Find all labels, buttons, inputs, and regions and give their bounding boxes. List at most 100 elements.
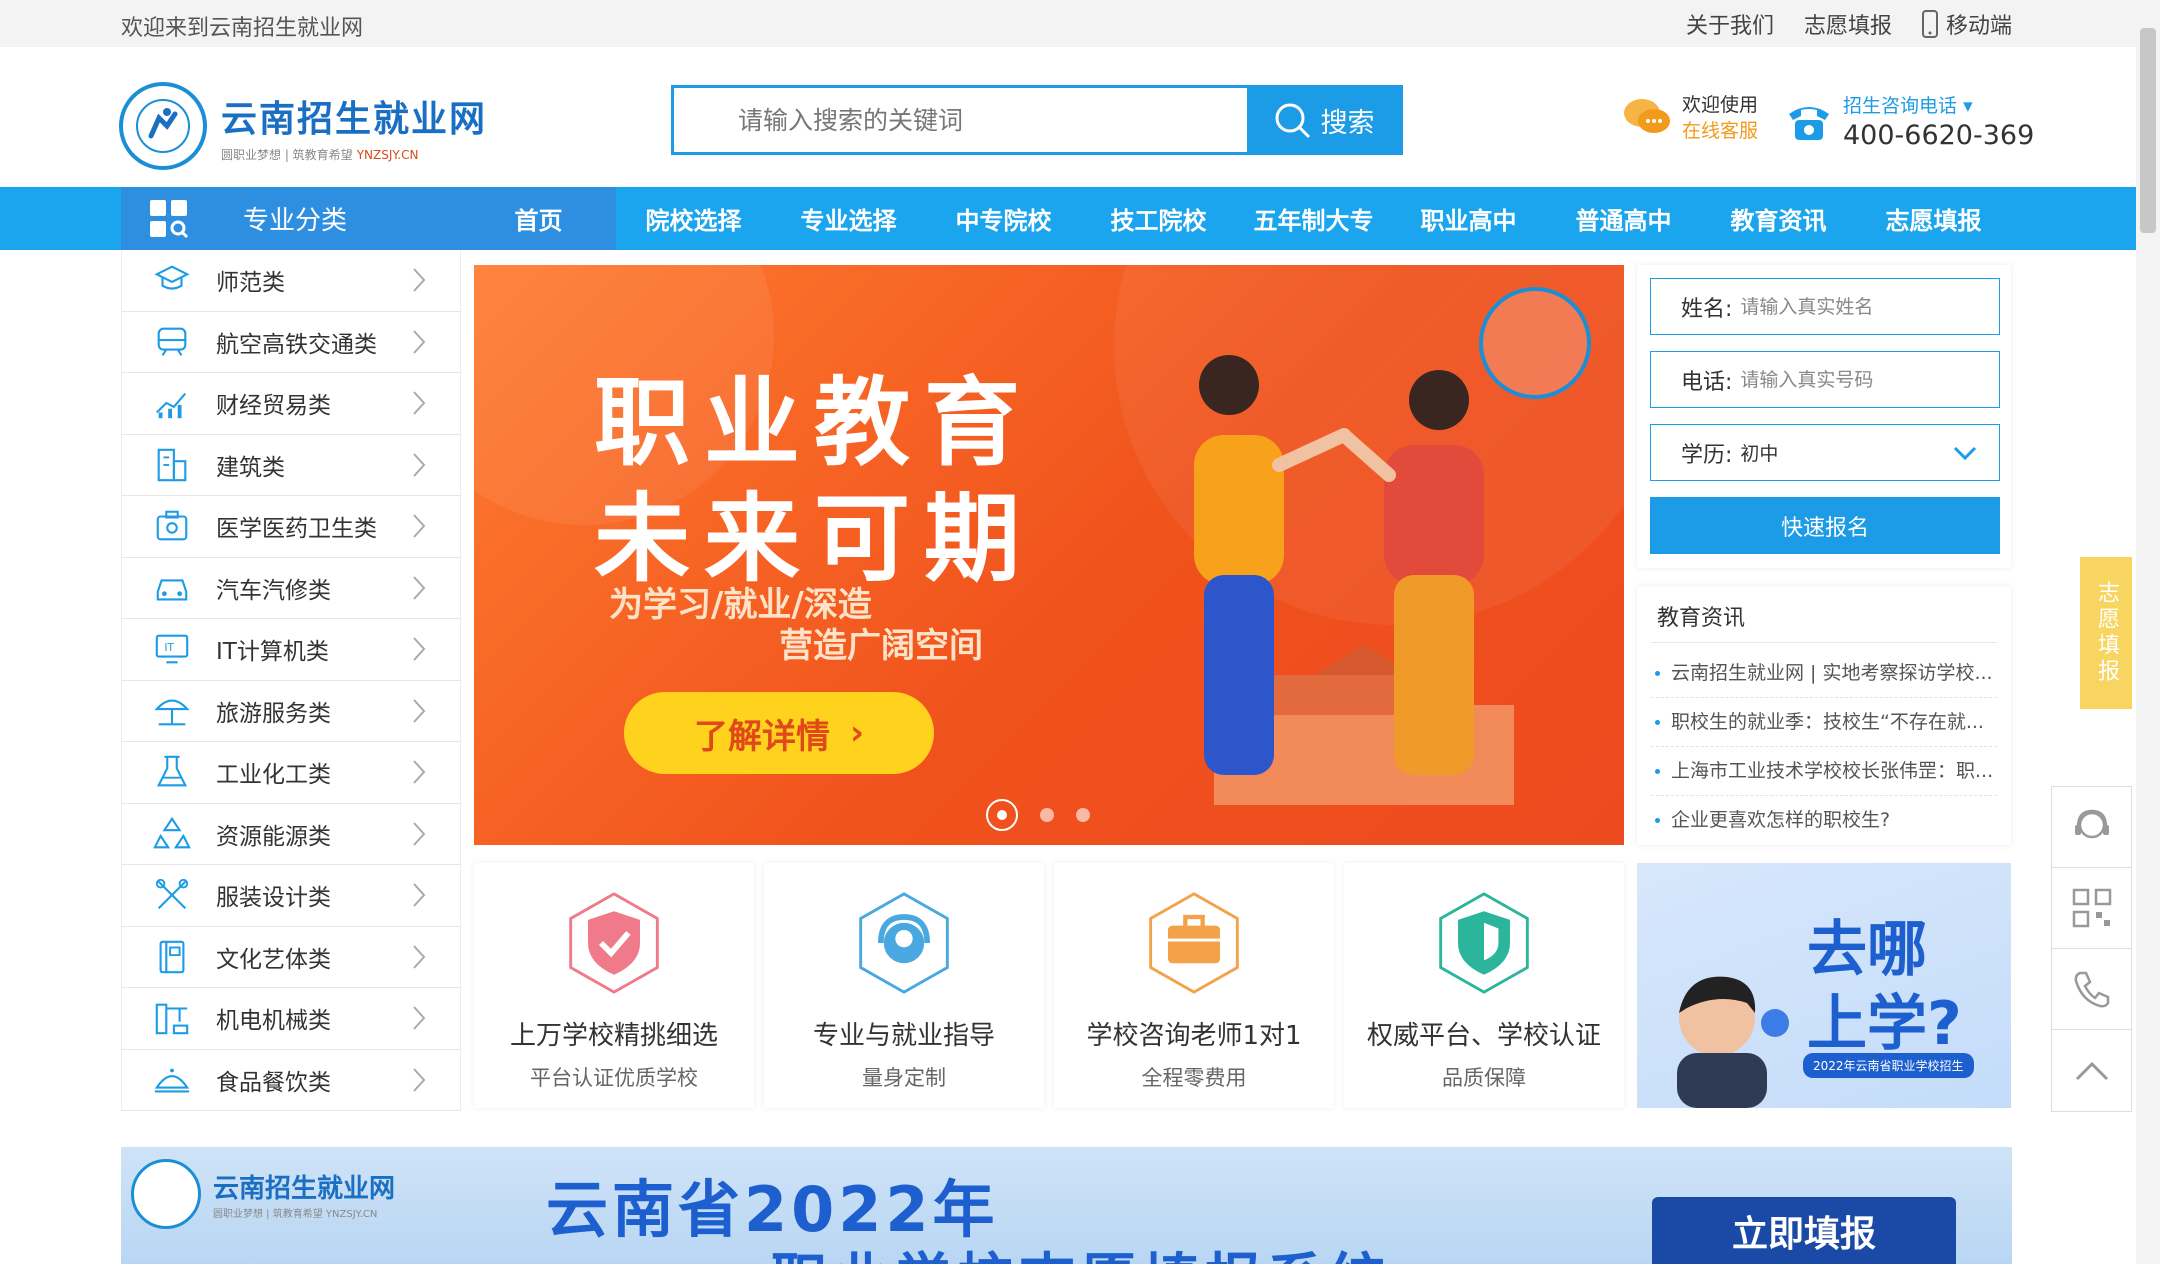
nav-item-school-select[interactable]: 院校选择 <box>616 187 771 250</box>
chevron-right-icon <box>413 883 426 907</box>
site-logo[interactable]: 云南招生就业网 圆职业梦想 | 筑教育希望 YNZSJY.CN <box>119 82 487 170</box>
category-item-label: 旅游服务类 <box>216 700 331 727</box>
news-item[interactable]: 云南招生就业网 | 实地考察探访学校... <box>1651 649 1997 698</box>
hotline: 招生咨询电话 ▾ 400-6620-369 <box>1785 91 2034 151</box>
category-item-label: 服装设计类 <box>216 885 331 912</box>
fill-now-button[interactable]: 立即填报 <box>1652 1197 1956 1264</box>
category-item[interactable]: 文化艺体类 <box>121 926 461 988</box>
search-icon <box>1275 103 1309 138</box>
feature-title: 权威平台、学校认证 <box>1366 1021 1601 1051</box>
chevron-right-icon <box>413 391 426 415</box>
category-item[interactable]: 资源能源类 <box>121 803 461 865</box>
category-item[interactable]: 工业化工类 <box>121 742 461 804</box>
promo-card[interactable]: 去哪 上学? 2022年云南省职业学校招生 <box>1637 863 2011 1108</box>
hero-banner[interactable]: 职业教育 未来可期 为学习/就业/深造 营造广阔空间 了解详情 › <box>474 265 1624 845</box>
learn-more-button[interactable]: 了解详情 › <box>624 692 934 774</box>
logo-name: 云南招生就业网 <box>221 98 488 140</box>
nav-item-general-high[interactable]: 普通高中 <box>1546 187 1701 250</box>
nav-item-vocational-high[interactable]: 职业高中 <box>1391 187 1546 250</box>
machine-icon <box>152 998 192 1038</box>
chevron-right-icon <box>413 699 426 723</box>
news-item[interactable]: 企业更喜欢怎样的职校生? <box>1651 796 1997 845</box>
nav-item-home[interactable]: 首页 <box>461 187 616 250</box>
name-input[interactable] <box>1740 295 1981 318</box>
float-toolbar <box>2051 786 2132 1112</box>
nav-item-technical-school[interactable]: 技工院校 <box>1081 187 1236 250</box>
back-to-top-button[interactable] <box>2052 1030 2131 1111</box>
nav-items: 首页 院校选择 专业选择 中专院校 技工院校 五年制大专 职业高中 普通高中 教… <box>461 187 2011 250</box>
graduation-cap-icon <box>152 260 192 300</box>
category-item[interactable]: 建筑类 <box>121 434 461 496</box>
news-item[interactable]: 上海市工业技术学校校长张伟罡：职... <box>1651 747 1997 796</box>
search-button[interactable]: 搜索 <box>1247 88 1400 152</box>
hotline-label-text: 招生咨询电话 <box>1843 95 1958 117</box>
category-item-label: IT计算机类 <box>216 639 329 666</box>
nav-item-secondary-vocational[interactable]: 中专院校 <box>926 187 1081 250</box>
phone-label: 电话: <box>1681 369 1733 395</box>
promo-headline: 去哪 上学? <box>1807 913 1962 1061</box>
headset-icon <box>859 892 949 994</box>
promo-line1: 去哪 <box>1807 915 1927 985</box>
customer-service-button[interactable] <box>2052 787 2131 868</box>
category-item[interactable]: 汽车汽修类 <box>121 557 461 619</box>
feature-card[interactable]: 权威平台、学校认证 品质保障 <box>1344 863 1624 1108</box>
volunteer-float-tab[interactable]: 志愿填报 <box>2080 557 2132 709</box>
nav-item-education-news[interactable]: 教育资讯 <box>1701 187 1856 250</box>
grid-search-icon <box>150 199 189 238</box>
feature-card[interactable]: 学校咨询老师1对1 全程零费用 <box>1054 863 1334 1108</box>
search-input[interactable] <box>674 88 1247 152</box>
top-links: 关于我们 志愿填报 移动端 <box>1686 8 2012 40</box>
search-button-label: 搜索 <box>1320 107 1375 139</box>
scrollbar-thumb[interactable] <box>2140 28 2156 233</box>
phone-call-button[interactable] <box>2052 949 2131 1030</box>
category-item[interactable]: 航空高铁交通类 <box>121 311 461 373</box>
book-icon <box>152 937 192 977</box>
news-list: 云南招生就业网 | 实地考察探访学校... 职校生的就业季：技校生“不存在就...… <box>1651 649 1997 845</box>
mobile-link[interactable]: 移动端 <box>1921 8 2012 40</box>
telephone-icon <box>1789 107 1829 140</box>
category-item[interactable]: 服装设计类 <box>121 865 461 927</box>
volunteer-link[interactable]: 志愿填报 <box>1804 8 1892 40</box>
scissors-icon <box>152 875 192 915</box>
news-item[interactable]: 职校生的就业季：技校生“不存在就... <box>1651 698 1997 747</box>
category-item[interactable]: 食品餐饮类 <box>121 1049 461 1111</box>
category-item-label: 食品餐饮类 <box>216 1069 331 1096</box>
nav-item-five-year-college[interactable]: 五年制大专 <box>1236 187 1391 250</box>
bottom-logo-name: 云南招生就业网 <box>213 1174 396 1204</box>
category-item[interactable]: 旅游服务类 <box>121 680 461 742</box>
name-field: 姓名: <box>1650 278 2000 335</box>
education-select[interactable]: 学历: 初中 <box>1650 424 2000 481</box>
chevron-down-icon <box>1953 446 1977 460</box>
qr-code-button[interactable] <box>2052 868 2131 949</box>
carousel-dot[interactable] <box>1076 808 1090 822</box>
category-item[interactable]: 财经贸易类 <box>121 373 461 435</box>
feature-card[interactable]: 专业与就业指导 量身定制 <box>764 863 1044 1108</box>
chevron-right-icon <box>413 453 426 477</box>
page-scrollbar[interactable] <box>2136 0 2160 1264</box>
nav-item-volunteer[interactable]: 志愿填报 <box>1856 187 2011 250</box>
nav-item-major-select[interactable]: 专业选择 <box>771 187 926 250</box>
category-item-label: 师范类 <box>216 270 285 297</box>
carousel-dot[interactable] <box>986 799 1018 831</box>
category-item[interactable]: 师范类 <box>121 250 461 312</box>
online-service[interactable]: 欢迎使用 在线客服 <box>1622 92 1758 144</box>
about-us-link[interactable]: 关于我们 <box>1686 8 1774 40</box>
category-item[interactable]: 机电机械类 <box>121 988 461 1050</box>
category-item[interactable]: IT IT计算机类 <box>121 619 461 681</box>
volunteer-system-banner[interactable]: 云南招生就业网 圆职业梦想 | 筑教育希望 YNZSJY.CN 云南省2022年… <box>121 1147 2012 1264</box>
category-menu[interactable]: 专业分类 <box>121 187 461 250</box>
carousel-dot[interactable] <box>1040 808 1054 822</box>
umbrella-icon <box>152 691 192 731</box>
category-item-label: 财经贸易类 <box>216 393 331 420</box>
feature-subtitle: 量身定制 <box>862 1066 946 1090</box>
feature-card[interactable]: 上万学校精挑细选 平台认证优质学校 <box>474 863 754 1108</box>
banner-illustration <box>1194 355 1514 805</box>
education-value: 初中 <box>1740 443 1779 465</box>
category-item[interactable]: 医学医药卫生类 <box>121 496 461 558</box>
category-item-label: 航空高铁交通类 <box>216 331 377 358</box>
phone-input[interactable] <box>1740 368 1981 391</box>
quick-signup-button[interactable]: 快速报名 <box>1650 497 2000 554</box>
chevron-right-icon: › <box>849 713 864 753</box>
header: 云南招生就业网 圆职业梦想 | 筑教育希望YNZSJY.CN 搜索 欢迎使用在线… <box>0 47 2160 187</box>
about-us-label: 关于我们 <box>1685 14 1774 39</box>
